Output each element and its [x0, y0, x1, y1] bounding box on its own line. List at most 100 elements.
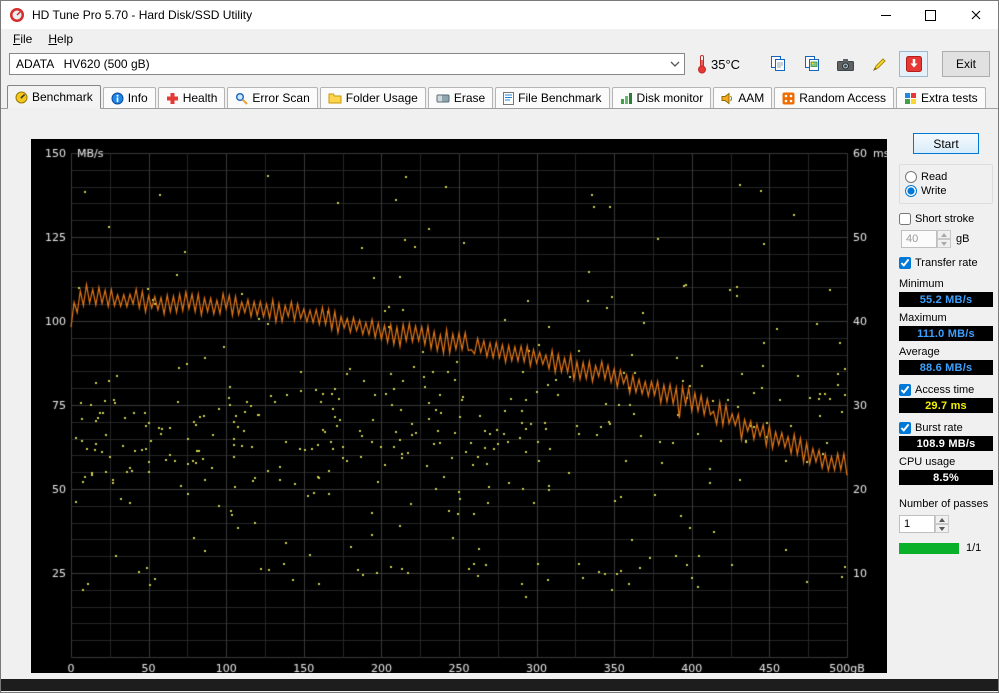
- write-radio-row[interactable]: Write: [905, 185, 987, 197]
- file-benchmark-icon: [503, 91, 515, 105]
- marker-icon: [872, 57, 887, 72]
- start-button[interactable]: Start: [913, 133, 979, 154]
- exit-button[interactable]: Exit: [942, 51, 990, 77]
- tab-error-scan[interactable]: Error Scan: [227, 87, 318, 108]
- short-stroke-spin-down-button: [937, 239, 951, 248]
- tab-benchmark[interactable]: Benchmark: [7, 85, 101, 109]
- window-titlebar[interactable]: HD Tune Pro 5.70 - Hard Disk/SSD Utility: [1, 1, 998, 29]
- tab-bar: Benchmark Info Health Error Scan Folder …: [1, 85, 998, 109]
- passes-progress-bar: [899, 542, 959, 554]
- benchmark-chart: [31, 139, 887, 673]
- access-time-value-display: 29.7 ms: [899, 398, 993, 413]
- maximum-value-display: 111.0 MB/s: [899, 326, 993, 341]
- cpu-usage-label: CPU usage: [899, 456, 956, 468]
- burst-rate-checkbox[interactable]: [899, 422, 911, 434]
- tab-folder-usage-label: Folder Usage: [345, 91, 418, 105]
- tab-health[interactable]: Health: [157, 87, 226, 108]
- app-icon: [9, 7, 25, 23]
- drive-selector-value: ADATA HV620 (500 gB): [16, 57, 150, 71]
- benchmark-controls: Start Read Write Short stroke 40 gB Tran…: [899, 133, 993, 554]
- access-time-label[interactable]: Access time: [915, 384, 974, 396]
- error-scan-icon: [235, 92, 249, 105]
- tab-folder-usage[interactable]: Folder Usage: [319, 87, 426, 108]
- menu-item-file[interactable]: File: [5, 30, 40, 48]
- minimize-button[interactable]: [863, 1, 908, 29]
- disk-monitor-icon: [620, 92, 633, 105]
- transfer-rate-row[interactable]: Transfer rate: [899, 257, 993, 269]
- maximize-icon: [925, 9, 936, 21]
- close-icon: [971, 10, 981, 20]
- minimum-value-display: 55.2 MB/s: [899, 292, 993, 307]
- health-icon: [166, 92, 179, 105]
- tab-disk-monitor-label: Disk monitor: [636, 91, 704, 105]
- maximize-button[interactable]: [908, 1, 953, 29]
- tab-health-label: Health: [182, 91, 218, 105]
- info-icon: [111, 92, 124, 105]
- tab-file-benchmark-label: File Benchmark: [518, 91, 602, 105]
- passes-spin-up-button[interactable]: [935, 515, 949, 524]
- short-stroke-checkbox[interactable]: [899, 213, 911, 225]
- write-radio[interactable]: [905, 185, 917, 197]
- read-radio-label[interactable]: Read: [921, 171, 947, 183]
- passes-value[interactable]: 1: [899, 515, 935, 533]
- close-button[interactable]: [953, 1, 998, 29]
- transfer-rate-checkbox[interactable]: [899, 257, 911, 269]
- tab-disk-monitor[interactable]: Disk monitor: [611, 87, 712, 108]
- transfer-rate-label[interactable]: Transfer rate: [915, 257, 978, 269]
- write-radio-label[interactable]: Write: [921, 185, 946, 197]
- drive-selector[interactable]: ADATA HV620 (500 gB): [9, 53, 685, 75]
- erase-icon: [436, 92, 450, 104]
- tab-info[interactable]: Info: [102, 87, 156, 108]
- save-button[interactable]: [899, 51, 928, 77]
- benchmark-icon: [15, 91, 28, 104]
- tab-benchmark-label: Benchmark: [32, 90, 93, 104]
- marker-button[interactable]: [865, 51, 894, 77]
- temperature-label: 35°C: [711, 56, 741, 72]
- status-bar: [1, 679, 998, 691]
- access-time-checkbox[interactable]: [899, 384, 911, 396]
- burst-rate-label[interactable]: Burst rate: [915, 422, 963, 434]
- short-stroke-row[interactable]: Short stroke: [899, 213, 993, 225]
- passes-progress-row: 1/1: [899, 542, 993, 554]
- read-write-group: Read Write: [899, 164, 993, 204]
- menu-item-help[interactable]: Help: [40, 30, 81, 48]
- random-access-icon: [782, 92, 795, 105]
- tab-erase-label: Erase: [453, 91, 486, 105]
- cpu-usage-value-display: 8.5%: [899, 470, 993, 485]
- tab-aam[interactable]: AAM: [713, 87, 773, 108]
- tab-info-label: Info: [127, 91, 148, 105]
- screenshot-button[interactable]: [831, 51, 860, 77]
- short-stroke-label[interactable]: Short stroke: [915, 213, 974, 225]
- camera-icon: [837, 57, 854, 72]
- maximum-label: Maximum: [899, 312, 947, 324]
- tab-aam-label: AAM: [738, 91, 765, 105]
- passes-label: Number of passes: [899, 498, 989, 510]
- burst-rate-row[interactable]: Burst rate: [899, 422, 993, 434]
- access-time-row[interactable]: Access time: [899, 384, 993, 396]
- tab-extra-tests[interactable]: Extra tests: [895, 87, 986, 108]
- chevron-down-icon: [666, 61, 684, 67]
- benchmark-panel: Start Read Write Short stroke 40 gB Tran…: [1, 109, 998, 679]
- copy-text-button[interactable]: [763, 51, 792, 77]
- short-stroke-value: 40: [901, 230, 937, 248]
- tab-file-benchmark[interactable]: File Benchmark: [495, 87, 610, 108]
- tab-erase[interactable]: Erase: [427, 87, 494, 108]
- tab-random-access[interactable]: Random Access: [774, 87, 894, 108]
- temperature-display: 35°C: [697, 54, 740, 74]
- read-radio-row[interactable]: Read: [905, 171, 987, 183]
- read-radio[interactable]: [905, 171, 917, 183]
- tab-random-access-label: Random Access: [799, 91, 886, 105]
- short-stroke-size-row: 40 gB: [901, 230, 993, 248]
- passes-spin-down-button[interactable]: [935, 524, 949, 533]
- app-window: HD Tune Pro 5.70 - Hard Disk/SSD Utility…: [0, 0, 999, 693]
- short-stroke-unit: gB: [956, 233, 970, 245]
- copy-text-icon: [770, 56, 786, 72]
- folder-usage-icon: [328, 92, 342, 104]
- average-value-display: 88.6 MB/s: [899, 360, 993, 375]
- copy-image-button[interactable]: [797, 51, 826, 77]
- copy-image-icon: [804, 56, 820, 72]
- tab-error-scan-label: Error Scan: [252, 91, 310, 105]
- passes-progress-label: 1/1: [966, 542, 982, 554]
- passes-spinner[interactable]: 1: [899, 515, 949, 533]
- average-label: Average: [899, 346, 940, 358]
